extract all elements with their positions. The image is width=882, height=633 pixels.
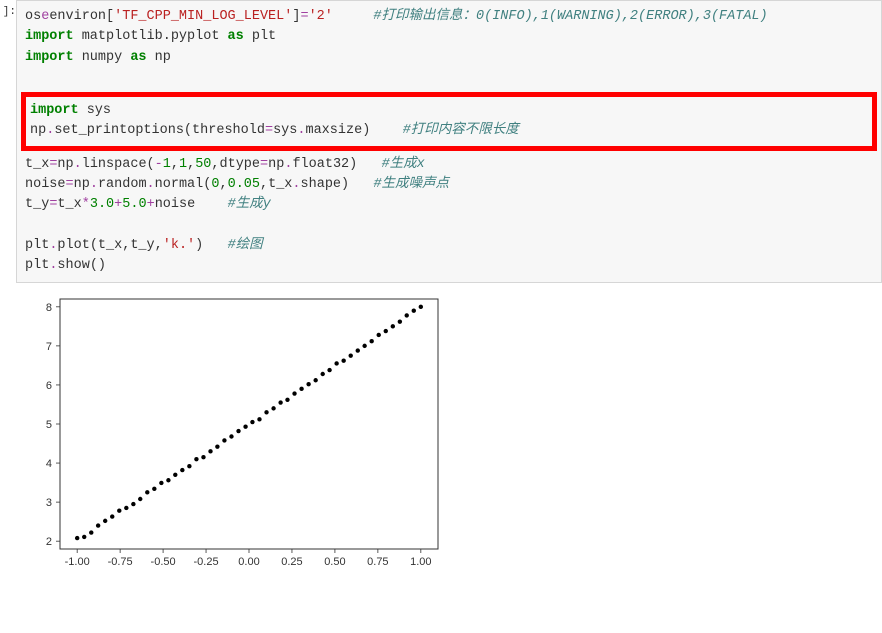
token: maxsize)	[305, 123, 402, 138]
number: 1	[163, 157, 171, 172]
keyword: as	[228, 29, 244, 44]
token: numpy	[74, 50, 131, 65]
keyword: as	[130, 50, 146, 65]
token: ,	[171, 157, 179, 172]
op: +	[147, 197, 155, 212]
token: np	[74, 177, 90, 192]
code-line: plt.plot(t_x,t_y,'k.') #绘图	[25, 236, 873, 256]
svg-text:2: 2	[46, 536, 52, 548]
comment: #生成噪声点	[373, 177, 449, 192]
string: 'k.'	[163, 238, 195, 253]
highlighted-code-box: import sys np.set_printoptions(threshold…	[21, 92, 877, 151]
token: sys	[273, 123, 297, 138]
code-line: import sys	[30, 101, 868, 121]
svg-text:3: 3	[46, 497, 52, 509]
blank-line	[25, 215, 873, 235]
token: noise	[25, 177, 66, 192]
svg-text:5: 5	[46, 419, 52, 431]
token: t_x	[25, 157, 49, 172]
op: =	[265, 123, 273, 138]
token: os	[25, 9, 41, 24]
number: 3.0	[90, 197, 114, 212]
svg-text:4: 4	[46, 458, 52, 470]
keyword: import	[25, 29, 74, 44]
dot: .	[74, 157, 82, 172]
cell-prompt: ]:	[0, 0, 16, 283]
comment: #生成y	[228, 197, 271, 212]
scatter-chart: -1.00 -0.75 -0.50 -0.25 0.00 0.25 0.50 0.75 1.00…	[20, 289, 450, 579]
string: '2'	[309, 9, 333, 24]
token: ,	[187, 157, 195, 172]
token: float32)	[292, 157, 381, 172]
token: ,	[219, 177, 227, 192]
keyword: import	[25, 50, 74, 65]
chart-output: -1.00 -0.75 -0.50 -0.25 0.00 0.25 0.50 0.75 1.00…	[20, 289, 470, 579]
token: plt	[25, 238, 49, 253]
dot: .	[90, 177, 98, 192]
token: set_printoptions(threshold	[54, 123, 265, 138]
token: t_y	[25, 197, 49, 212]
svg-text:-1.00: -1.00	[65, 556, 90, 568]
comment: #打印输出信息：0(INFO),1(WARNING),2(ERROR),3(FA…	[373, 9, 767, 24]
code-cell[interactable]: oseenviron['TF_CPP_MIN_LOG_LEVEL']='2' #…	[16, 0, 882, 283]
code-line: np.set_printoptions(threshold=sys.maxsiz…	[30, 121, 868, 141]
token: np	[57, 157, 73, 172]
svg-text:0.25: 0.25	[281, 556, 302, 568]
svg-text:-0.50: -0.50	[151, 556, 176, 568]
code-line: noise=np.random.normal(0,0.05,t_x.shape)…	[25, 175, 873, 195]
code-line: import matplotlib.pyplot as plt	[25, 27, 873, 47]
svg-text:6: 6	[46, 380, 52, 392]
svg-text:0.50: 0.50	[324, 556, 345, 568]
token: environ[	[49, 9, 114, 24]
token: random	[98, 177, 147, 192]
code-line: import numpy as np	[25, 48, 873, 68]
number: 5.0	[122, 197, 146, 212]
blank-line	[25, 68, 873, 88]
svg-text:0.75: 0.75	[367, 556, 388, 568]
space	[333, 9, 374, 24]
op: -	[155, 157, 163, 172]
token: np	[147, 50, 171, 65]
op: =	[260, 157, 268, 172]
token: matplotlib.pyplot	[74, 29, 228, 44]
dot: .	[292, 177, 300, 192]
token: np	[30, 123, 46, 138]
token: show()	[57, 258, 106, 273]
svg-text:1.00: 1.00	[410, 556, 431, 568]
token: plt	[244, 29, 276, 44]
keyword: import	[30, 103, 79, 118]
number: 0.05	[228, 177, 260, 192]
token: t_x	[57, 197, 81, 212]
code-line: plt.show()	[25, 256, 873, 276]
string: 'TF_CPP_MIN_LOG_LEVEL'	[114, 9, 292, 24]
token: ,dtype	[211, 157, 260, 172]
op: *	[82, 197, 90, 212]
svg-text:8: 8	[46, 302, 52, 314]
token: sys	[79, 103, 111, 118]
code-line: t_x=np.linspace(-1,1,50,dtype=np.float32…	[25, 155, 873, 175]
number: 50	[195, 157, 211, 172]
svg-text:-0.75: -0.75	[108, 556, 133, 568]
code-line: oseenviron['TF_CPP_MIN_LOG_LEVEL']='2' #…	[25, 7, 873, 27]
token: plot(t_x,t_y,	[57, 238, 162, 253]
svg-text:-0.25: -0.25	[194, 556, 219, 568]
op: =	[66, 177, 74, 192]
token: ,t_x	[260, 177, 292, 192]
comment: #打印内容不限长度	[403, 123, 519, 138]
comment: #绘图	[228, 238, 263, 253]
code-line: t_y=t_x*3.0+5.0+noise #生成y	[25, 195, 873, 215]
token: )	[195, 238, 227, 253]
token: normal(	[155, 177, 212, 192]
token: noise	[155, 197, 228, 212]
svg-text:7: 7	[46, 341, 52, 353]
op: =	[300, 9, 308, 24]
comment: #生成x	[382, 157, 425, 172]
token: plt	[25, 258, 49, 273]
dot: .	[147, 177, 155, 192]
token: shape)	[301, 177, 374, 192]
token: np	[268, 157, 284, 172]
number: 1	[179, 157, 187, 172]
token: linspace(	[82, 157, 155, 172]
svg-text:0.00: 0.00	[238, 556, 259, 568]
